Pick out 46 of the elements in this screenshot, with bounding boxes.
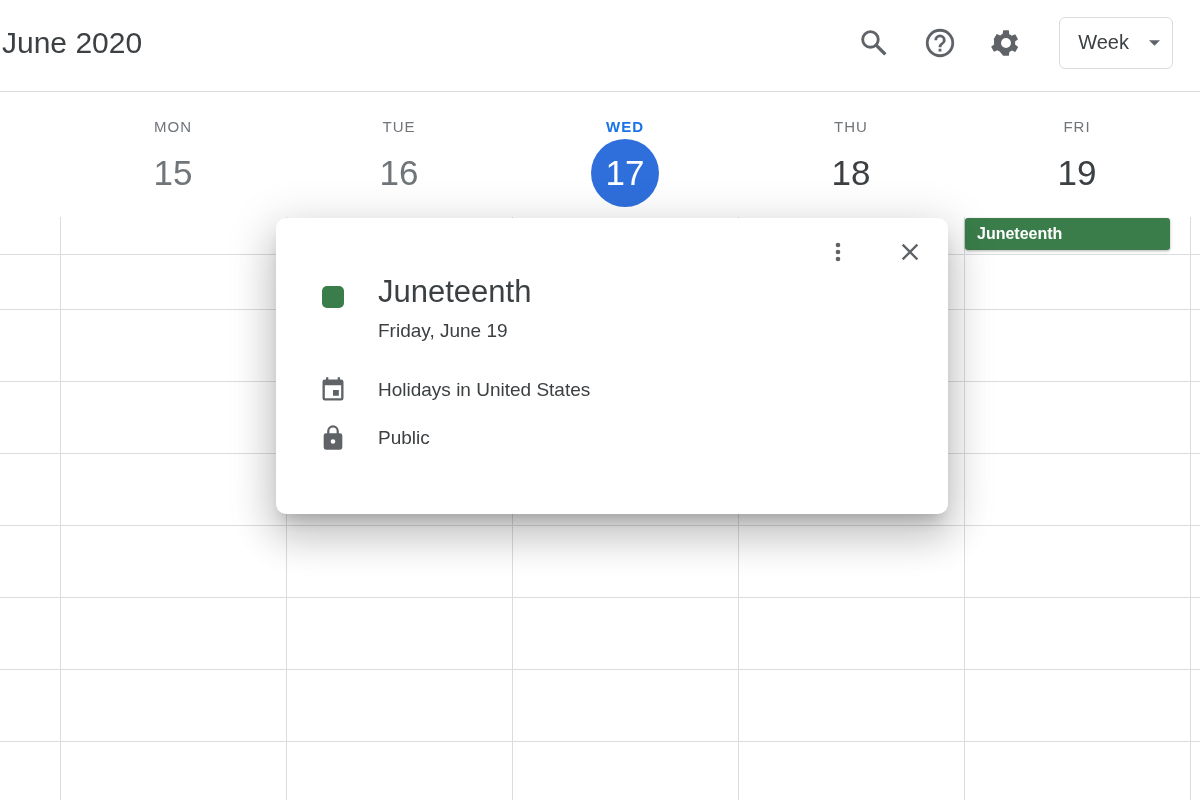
time-slot[interactable] [964, 255, 1190, 310]
time-slot[interactable] [964, 670, 1190, 742]
all-day-slot[interactable]: Juneteenth [964, 217, 1190, 255]
time-slot[interactable] [1190, 670, 1200, 742]
time-slot[interactable] [1190, 454, 1200, 526]
time-slot[interactable] [964, 598, 1190, 670]
time-slot[interactable] [738, 526, 964, 598]
weekday-label: WED [606, 118, 644, 135]
time-slot[interactable] [60, 598, 286, 670]
date-number[interactable]: 17 [591, 139, 659, 207]
time-slot[interactable] [964, 526, 1190, 598]
time-slot[interactable] [738, 598, 964, 670]
date-number[interactable]: 19 [1043, 139, 1111, 207]
time-slot[interactable] [1190, 598, 1200, 670]
date-number[interactable]: 16 [365, 139, 433, 207]
time-slot[interactable] [1190, 526, 1200, 598]
date-number[interactable]: 15 [139, 139, 207, 207]
time-slot[interactable] [512, 598, 738, 670]
event-detail: Public [378, 427, 430, 449]
time-slot[interactable] [286, 598, 512, 670]
time-slot[interactable] [1190, 310, 1200, 382]
weekday-label: FRI [1063, 118, 1091, 135]
time-slot[interactable] [286, 526, 512, 598]
event-date: Friday, June 19 [378, 320, 509, 342]
event-chip[interactable]: Juneteenth [965, 218, 1170, 250]
all-day-slot[interactable] [1190, 217, 1200, 255]
time-slot[interactable] [964, 310, 1190, 382]
weekday-label: THU [834, 118, 868, 135]
weekday-label: TUE [382, 118, 416, 135]
time-slot[interactable] [60, 526, 286, 598]
event-title: Juneteenth [378, 274, 532, 310]
time-slot[interactable] [738, 670, 964, 742]
time-slot[interactable] [1190, 255, 1200, 310]
view-dropdown[interactable]: Week [1059, 16, 1173, 69]
time-slot[interactable] [512, 670, 738, 742]
caret-icon [1149, 39, 1160, 46]
time-slot[interactable] [286, 670, 512, 742]
time-slot[interactable] [1190, 382, 1200, 454]
time-slot[interactable] [964, 382, 1190, 454]
time-slot[interactable] [964, 454, 1190, 526]
weekday-label: MON [154, 118, 192, 135]
event-detail: Holidays in United States [378, 379, 591, 401]
date-number[interactable]: 18 [817, 139, 885, 207]
time-slot[interactable] [60, 670, 286, 742]
time-slot[interactable] [512, 526, 738, 598]
month-title: June 2020 [2, 25, 143, 60]
